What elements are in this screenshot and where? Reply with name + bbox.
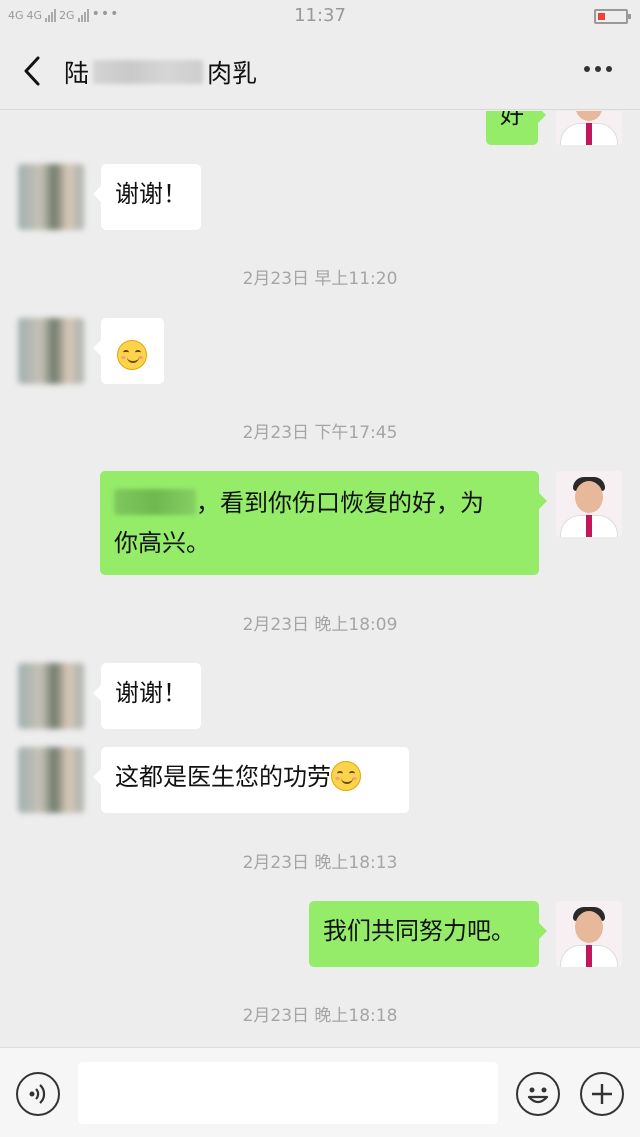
message-bubble-received[interactable] <box>93 318 164 384</box>
message-text: 谢谢！ <box>115 180 187 208</box>
redacted-name <box>114 489 196 515</box>
emoji-icon[interactable] <box>516 1072 560 1116</box>
message-input[interactable] <box>78 1062 498 1124</box>
timestamp: 2月23日 晚上18:18 <box>242 1006 398 1026</box>
message-bubble-received[interactable]: 谢谢！ <box>93 164 201 230</box>
message-bubble-received[interactable]: 谢谢！ <box>93 663 201 729</box>
message-text: 好 <box>500 111 524 129</box>
more-dots-icon[interactable] <box>584 66 612 72</box>
patient-avatar[interactable] <box>18 318 84 384</box>
chat-header: 陆 肉乳 <box>0 32 640 110</box>
smile-emoji-icon <box>117 340 147 370</box>
patient-avatar[interactable] <box>18 164 84 230</box>
chat-title-prefix: 陆 <box>64 59 90 88</box>
chat-title: 陆 肉乳 <box>64 54 257 90</box>
timestamp: 2月23日 早上11:20 <box>242 269 398 289</box>
redacted-name <box>93 60 204 84</box>
input-bar <box>0 1047 640 1137</box>
message-text: 谢谢！ <box>115 679 187 707</box>
status-time: 11:37 <box>294 5 346 26</box>
message-bubble-sent[interactable]: ，看到你伤口恢复的好，为 你高兴。 <box>100 471 547 575</box>
message-line-1: ，看到你伤口恢复的好，为 <box>114 483 525 523</box>
doctor-avatar[interactable] <box>556 901 622 967</box>
status-bar: 4G 4G 2G ••• 11:37 <box>0 0 640 32</box>
timestamp: 2月23日 晚上18:13 <box>242 853 398 873</box>
patient-avatar[interactable] <box>18 663 84 729</box>
back-chevron-icon[interactable] <box>18 54 48 88</box>
message-bubble-sent[interactable]: 好 <box>486 111 546 145</box>
chat-title-suffix: 肉乳 <box>207 59 258 88</box>
message-line-2: 你高兴。 <box>114 529 210 557</box>
voice-icon[interactable] <box>16 1072 60 1116</box>
patient-avatar[interactable] <box>18 747 84 813</box>
message-bubble-received[interactable]: 这都是医生您的功劳 <box>93 747 409 813</box>
plus-icon[interactable] <box>580 1072 624 1116</box>
doctor-avatar[interactable] <box>556 111 622 145</box>
timestamp: 2月23日 下午17:45 <box>242 423 398 443</box>
message-text: 这都是医生您的功劳 <box>115 763 331 791</box>
doctor-avatar[interactable] <box>556 471 622 537</box>
smile-emoji-icon <box>331 761 361 791</box>
message-text: 我们共同努力吧。 <box>323 917 515 945</box>
message-bubble-sent[interactable]: 我们共同努力吧。 <box>309 901 547 967</box>
chat-messages[interactable]: 好 谢谢！ 2月23日 早上11:20 2月23日 下午17:45 ，看到你伤口… <box>0 111 640 1047</box>
timestamp: 2月23日 晚上18:09 <box>242 615 398 635</box>
battery-low-icon <box>594 9 631 24</box>
